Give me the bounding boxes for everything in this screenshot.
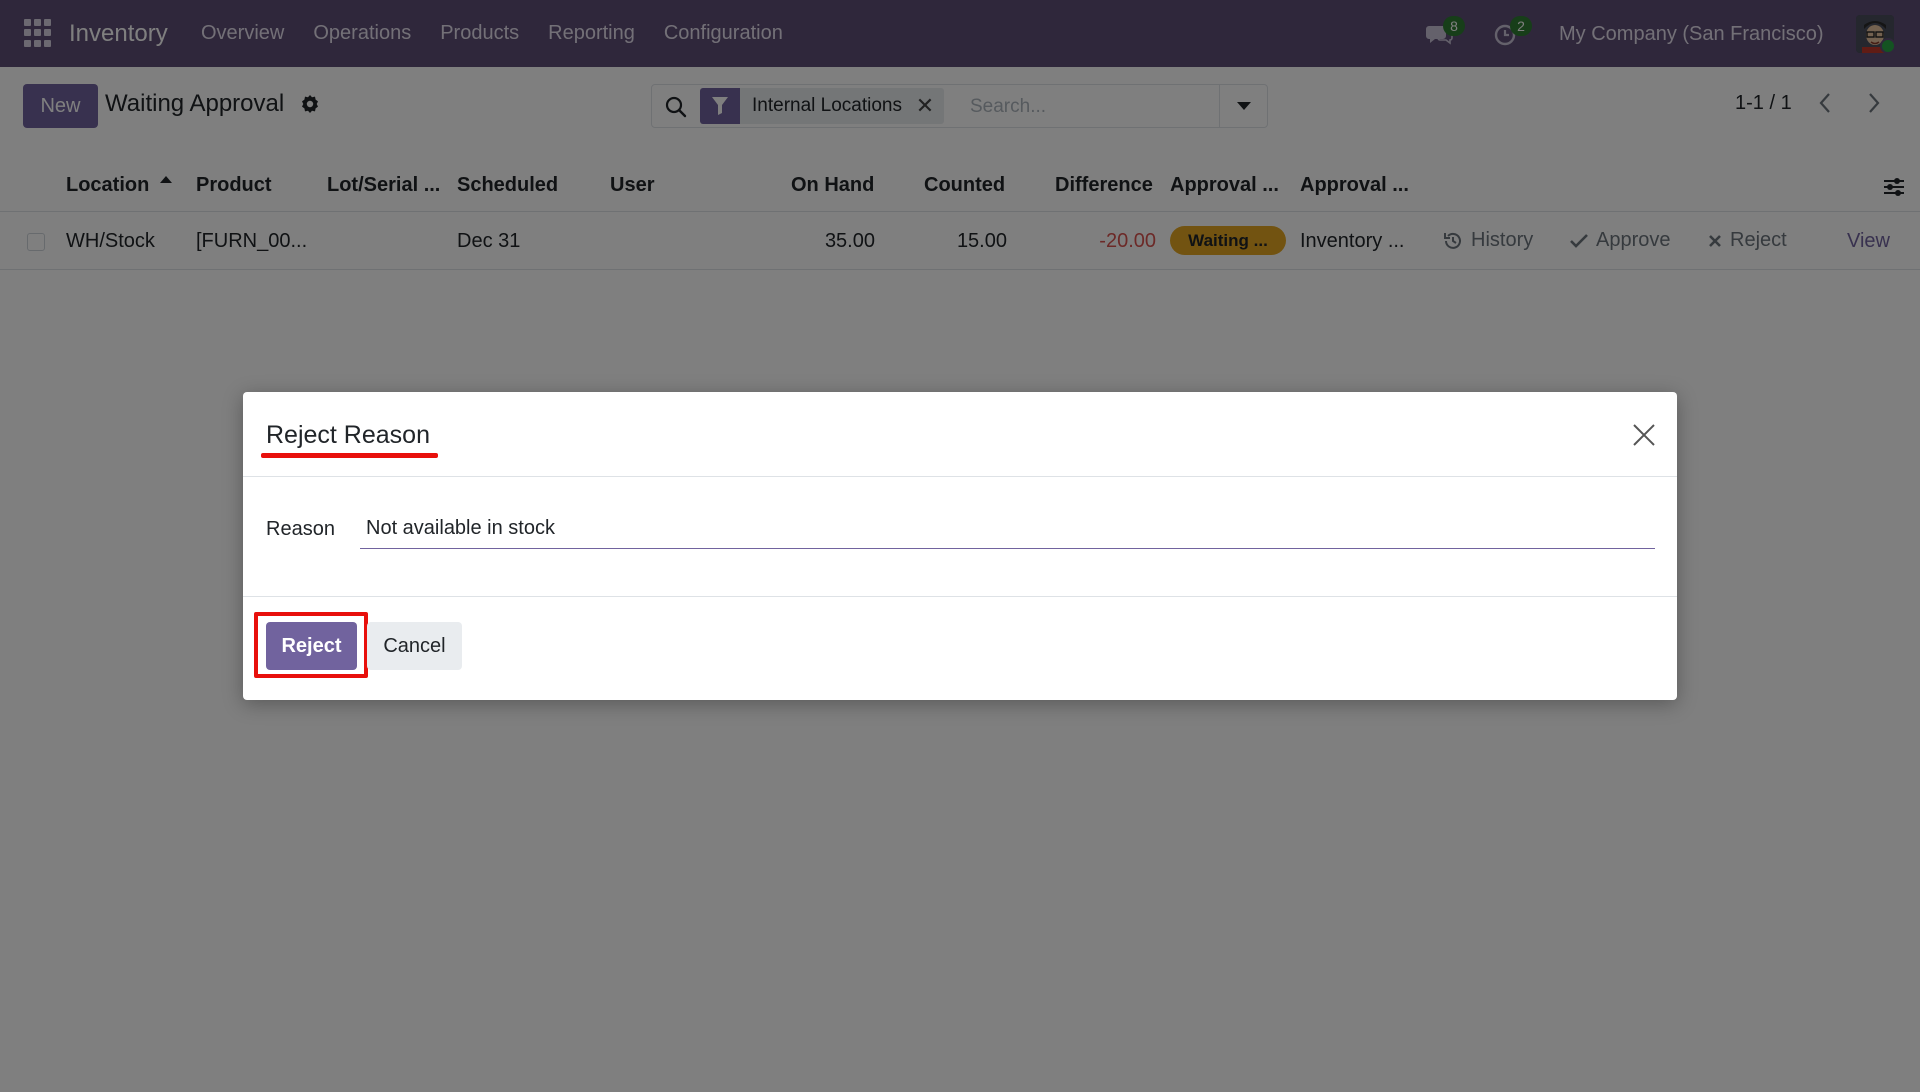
dialog-header: Reject Reason [243, 392, 1677, 477]
dialog-body: Reason [243, 477, 1677, 597]
close-icon[interactable] [1631, 422, 1657, 448]
cancel-button[interactable]: Cancel [367, 622, 462, 670]
reject-button[interactable]: Reject [266, 622, 357, 670]
reject-reason-dialog: Reject Reason Reason Reject Cancel [243, 392, 1677, 700]
title-annotation-underline [261, 453, 438, 458]
reason-label: Reason [266, 518, 335, 540]
reason-input[interactable] [360, 509, 1655, 549]
dialog-title: Reject Reason [266, 421, 430, 449]
dialog-footer: Reject Cancel [243, 598, 1677, 700]
